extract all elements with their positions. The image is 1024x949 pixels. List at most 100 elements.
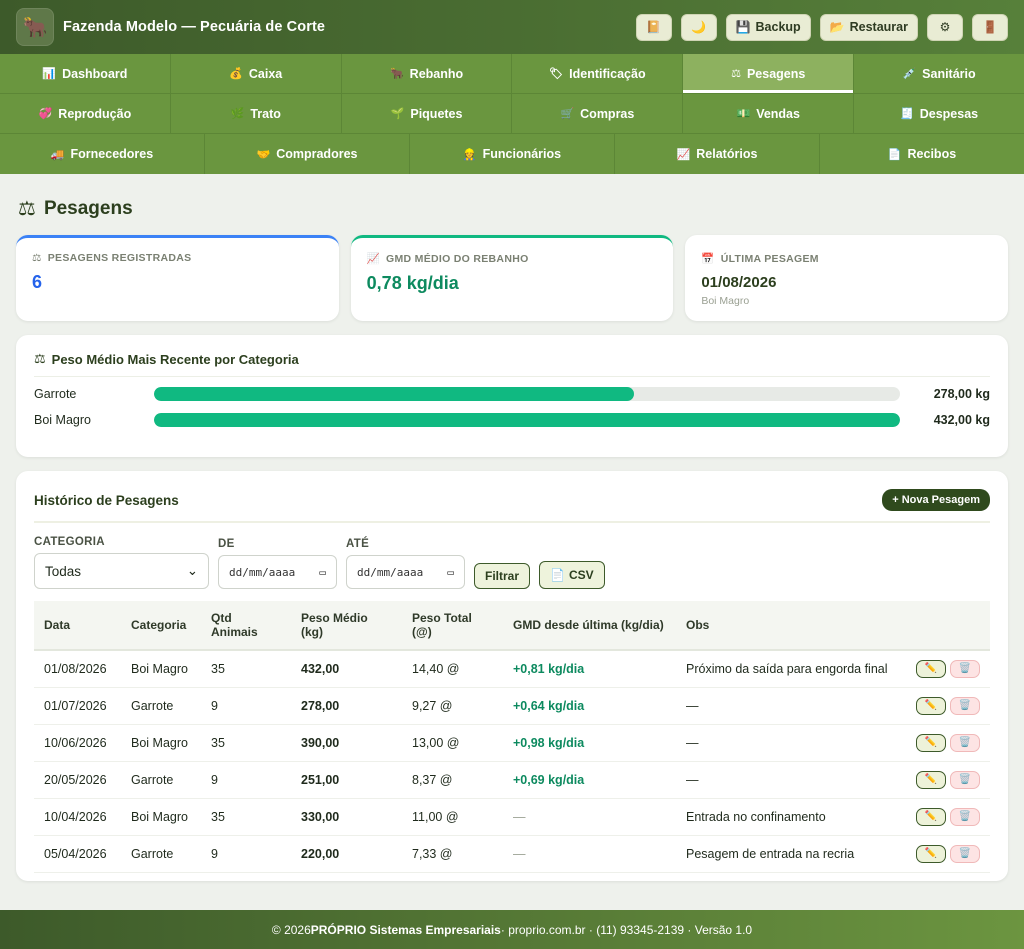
receipt-icon: 🧾 [900,108,914,120]
weight-bar-row: Garrote 278,00 kg [34,385,990,403]
money-bag-icon: 💰 [229,68,243,80]
document-icon: 📄 [550,568,565,582]
edit-button[interactable]: ✏️ [916,696,946,715]
edit-button[interactable]: ✏️ [916,659,946,678]
nav-label: Pesagens [746,66,806,81]
logout-button[interactable]: 🚪 [972,13,1008,41]
nav-item-relatorios[interactable]: 📈 Relatórios [615,134,820,174]
nav-item-recibos[interactable]: 📄 Recibos [820,134,1024,174]
app-title: Fazenda Modelo — Pecuária de Corte [63,19,326,35]
table-row: 10/04/2026 Boi Magro 35 330,00 11,00 @ — Entra… [34,798,990,836]
row-actions: ✏️ 🗑️ [916,659,980,678]
nav-item-reproducao[interactable]: 💞 Reprodução [0,94,171,133]
trash-icon: 🗑️ [958,811,972,822]
history-table: Data Categoria Qtd Animais Peso Médio (k… [34,601,990,873]
cell-obs: Entrada no confinamento [676,798,906,836]
document-icon: 📄 [887,148,902,161]
column-header: Obs [676,601,906,651]
weight-bar-fill [154,413,900,427]
nav-label: Rebanho [409,66,464,81]
stat-value: 6 [32,272,43,292]
delete-button[interactable]: 🗑️ [950,770,980,789]
chart-icon: 📊 [42,68,57,80]
cell-actions: ✏️ 🗑️ [906,650,990,688]
nav-item-compradores[interactable]: 🤝 Compradores [205,134,410,174]
weight-bar-label: Boi Magro [34,413,91,427]
notes-button[interactable]: 📔 [635,13,672,41]
nav-label: Piquetes [410,106,463,121]
from-date-placeholder: dd/mm/aaaa [229,565,296,579]
cell-avg-weight: 390,00 [291,724,402,762]
scale-icon: ⚖ [34,351,46,366]
pencil-icon: ✏️ [924,663,938,675]
delete-button[interactable]: 🗑️ [950,659,980,678]
delete-button[interactable]: 🗑️ [950,733,980,752]
nav-label: Funcionários [482,147,562,161]
dark-mode-button[interactable]: 🌙 [680,13,717,41]
calendar-icon[interactable]: ▭ [447,566,454,579]
cell-gmd: — [503,835,676,873]
nav-item-vendas[interactable]: 💵 Vendas [683,94,855,133]
floppy-disk-icon: 💾 [735,20,751,34]
nav-item-piquetes[interactable]: 🌱 Piquetes [342,94,513,133]
history-header: Histórico de Pesagens + Nova Pesagem [34,489,990,523]
nav-item-caixa[interactable]: 💰 Caixa [171,54,342,93]
nav-item-despesas[interactable]: 🧾 Despesas [854,94,1024,133]
to-date-input[interactable]: dd/mm/aaaa ▭ [346,555,465,589]
cell-obs: — [676,761,906,799]
stat-label: ⚖ PESAGENS REGISTRADAS [32,252,323,264]
weight-bar-value: 278,00 kg [933,387,990,401]
nav-item-fornecedores[interactable]: 🚚 Fornecedores [0,134,205,174]
report-icon: 📈 [676,148,691,161]
row-actions: ✏️ 🗑️ [916,770,980,789]
backup-button[interactable]: 💾 Backup [725,13,811,41]
nav-item-sanitario[interactable]: 💉 Sanitário [854,54,1024,93]
main-nav: 📊 Dashboard 💰 Caixa 🐂 Rebanho 🏷 Identificaçã… [0,54,1024,174]
nav-item-dashboard[interactable]: 📊 Dashboard [0,54,171,93]
cell-date: 01/08/2026 [34,650,121,688]
truck-icon: 🚚 [50,148,65,161]
cell-category: Garrote [121,761,201,799]
edit-button[interactable]: ✏️ [916,733,946,752]
to-date-placeholder: dd/mm/aaaa [357,565,424,579]
footer-brand: PRÓPRIO Sistemas Empresariais [310,922,501,937]
nav-item-compras[interactable]: 🛒 Compras [512,94,684,133]
cell-obs: Pesagem de entrada na recria [676,835,906,873]
trash-icon: 🗑️ [958,700,972,711]
category-select[interactable]: Todas ⌄ [34,553,209,589]
nav-item-rebanho[interactable]: 🐂 Rebanho [342,54,513,93]
cell-gmd: +0,69 kg/dia [503,761,676,799]
delete-button[interactable]: 🗑️ [950,696,980,715]
stat-label-text: GMD MÉDIO DO REBANHO [386,252,529,265]
nav-item-identificacao[interactable]: 🏷 Identificação [512,54,684,93]
new-weighing-button[interactable]: + Nova Pesagem [882,489,990,511]
stat-label: 📅 ÚLTIMA PESAGEM [701,252,992,266]
cell-total-weight: 13,00 @ [402,724,503,762]
cell-avg-weight: 251,00 [291,761,402,799]
filter-button[interactable]: Filtrar [474,563,531,589]
calendar-icon[interactable]: ▭ [319,566,326,579]
header-actions: 📔 🌙 💾 Backup 📂 Restaurar ⚙ 🚪 [635,13,1008,41]
nav-label: Caixa [248,66,283,81]
weight-bar-track [154,413,900,427]
from-date-input[interactable]: dd/mm/aaaa ▭ [218,555,337,589]
delete-button[interactable]: 🗑️ [950,844,980,863]
nav-row-3: 🚚 Fornecedores 🤝 Compradores 👷 Funcionários… [0,134,1024,174]
cell-category: Garrote [121,835,201,873]
restore-button[interactable]: 📂 Restaurar [819,13,918,41]
nav-item-trato[interactable]: 🌿 Trato [171,94,342,133]
csv-export-button[interactable]: 📄 CSV [539,561,605,589]
edit-button[interactable]: ✏️ [916,807,946,826]
cell-category: Boi Magro [121,724,201,762]
settings-button[interactable]: ⚙ [927,13,963,41]
column-header: Categoria [121,601,201,651]
gear-icon: ⚙ [939,20,951,34]
nav-item-pesagens[interactable]: ⚖ Pesagens [683,54,855,93]
weight-bar-fill [154,387,635,401]
edit-button[interactable]: ✏️ [916,770,946,789]
column-header: Peso Médio (kg) [291,601,402,651]
syringe-icon: 💉 [902,68,917,80]
edit-button[interactable]: ✏️ [916,844,946,863]
delete-button[interactable]: 🗑️ [950,807,980,826]
nav-item-funcionarios[interactable]: 👷 Funcionários [410,134,615,174]
